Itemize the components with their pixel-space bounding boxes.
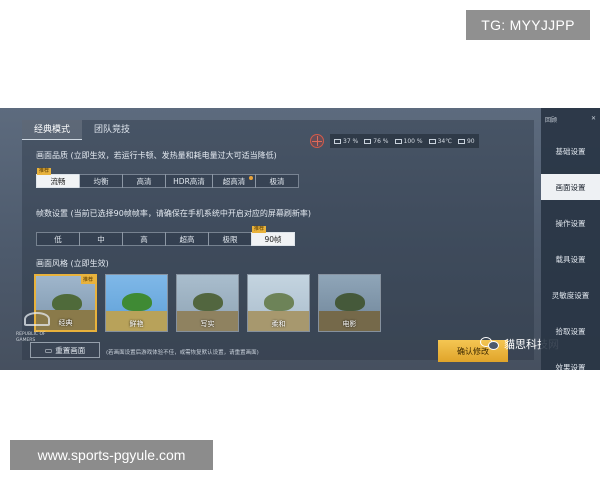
tg-watermark-badge: TG: MYYJJPP	[466, 10, 590, 40]
recommended-tag: 推荐	[252, 226, 267, 233]
sidebar-item-sensitivity[interactable]: 灵敏度设置	[541, 282, 600, 308]
sidebar-header: 回顾 ✕	[541, 108, 600, 130]
recommended-tag: 推荐	[80, 276, 95, 284]
mode-tabs: 经典模式 团队竞技	[22, 120, 142, 140]
sidebar-item-graphics[interactable]: 画面设置	[541, 174, 600, 200]
fps-icon	[457, 138, 465, 144]
rog-eye-icon	[24, 312, 50, 326]
reset-graphics-button[interactable]: ▭ 重置画面	[30, 342, 100, 358]
wechat-icon	[480, 337, 500, 351]
close-icon[interactable]: ✕	[591, 112, 596, 126]
chip-icon	[334, 138, 341, 144]
framerate-option-extreme[interactable]: 极限	[208, 232, 252, 246]
tab-team-deathmatch[interactable]: 团队竞技	[82, 120, 142, 140]
sidebar-item-basic[interactable]: 基础设置	[541, 138, 600, 164]
recommended-tag: 推荐	[37, 168, 52, 175]
style-option-vivid[interactable]: 鲜艳	[105, 274, 168, 332]
stat-cpu: 37 %	[334, 138, 358, 145]
quality-option-hd[interactable]: 高清	[122, 174, 166, 188]
style-option-realistic[interactable]: 写实	[176, 274, 239, 332]
framerate-option-medium[interactable]: 中	[79, 232, 123, 246]
new-dot-icon	[249, 176, 253, 180]
quality-options: 推荐 流畅 均衡 高清 HDR高清 超高清 极清	[36, 168, 299, 188]
game-settings-screen: 经典模式 团队竞技 37 % 76 % 100 % 34℃ 90 画面品质 (立…	[0, 108, 600, 370]
framerate-section-title: 帧数设置 (当前已选择90帧帧率，请确保在手机系统中开启对应的屏幕刷新率)	[36, 209, 311, 218]
monitor-icon: ▭	[44, 345, 53, 355]
quality-option-ultra-hd[interactable]: 超高清	[212, 174, 256, 188]
quality-option-balanced[interactable]: 均衡	[79, 174, 123, 188]
quality-option-smooth[interactable]: 推荐 流畅	[36, 168, 80, 188]
framerate-option-low[interactable]: 低	[36, 232, 80, 246]
style-option-soft[interactable]: 柔和	[247, 274, 310, 332]
stat-temperature: 34℃	[428, 138, 452, 145]
framerate-option-90fps[interactable]: 推荐 90帧	[251, 226, 295, 246]
sidebar-item-controls[interactable]: 操作设置	[541, 210, 600, 236]
style-section-title: 画面风格 (立即生效)	[36, 259, 109, 268]
style-option-cinematic[interactable]: 电影	[318, 274, 381, 332]
stat-battery: 100 %	[394, 138, 423, 145]
tab-classic-mode[interactable]: 经典模式	[22, 120, 83, 140]
thermometer-icon	[428, 138, 436, 144]
reset-note: (若画面设置后游戏体验不佳，或需恢复默认设置，请重置画面)	[106, 350, 259, 356]
quality-section-title: 画面品质 (立即生效，若运行卡顿、发热量和耗电量过大可适当降低)	[36, 151, 277, 160]
sidebar-item-pickup[interactable]: 拾取设置	[541, 318, 600, 344]
quality-option-hdr-hd[interactable]: HDR高清	[165, 174, 213, 188]
framerate-options: 低 中 高 超高 极限 推荐 90帧	[36, 226, 295, 246]
gpu-icon	[364, 138, 372, 144]
framerate-option-ultra[interactable]: 超高	[165, 232, 209, 246]
sidebar-item-effects[interactable]: 效果设置	[541, 354, 600, 371]
device-status-bar: 37 % 76 % 100 % 34℃ 90	[330, 134, 479, 148]
settings-sidebar: 回顾 ✕ 基础设置 画面设置 操作设置 载具设置 灵敏度设置 拾取设置 效果设置	[541, 108, 600, 370]
stat-fps: 90	[457, 138, 475, 145]
style-options: 推荐 经典 鲜艳 写实 柔和 电影	[34, 274, 381, 332]
quality-option-extreme[interactable]: 极清	[255, 174, 299, 188]
battery-icon	[394, 138, 402, 144]
framerate-option-high[interactable]: 高	[122, 232, 166, 246]
site-watermark-badge: www.sports-pgyule.com	[10, 440, 213, 470]
sidebar-item-vehicle[interactable]: 载具设置	[541, 246, 600, 272]
crosshair-icon[interactable]	[310, 134, 324, 148]
stat-gpu: 76 %	[364, 138, 389, 145]
